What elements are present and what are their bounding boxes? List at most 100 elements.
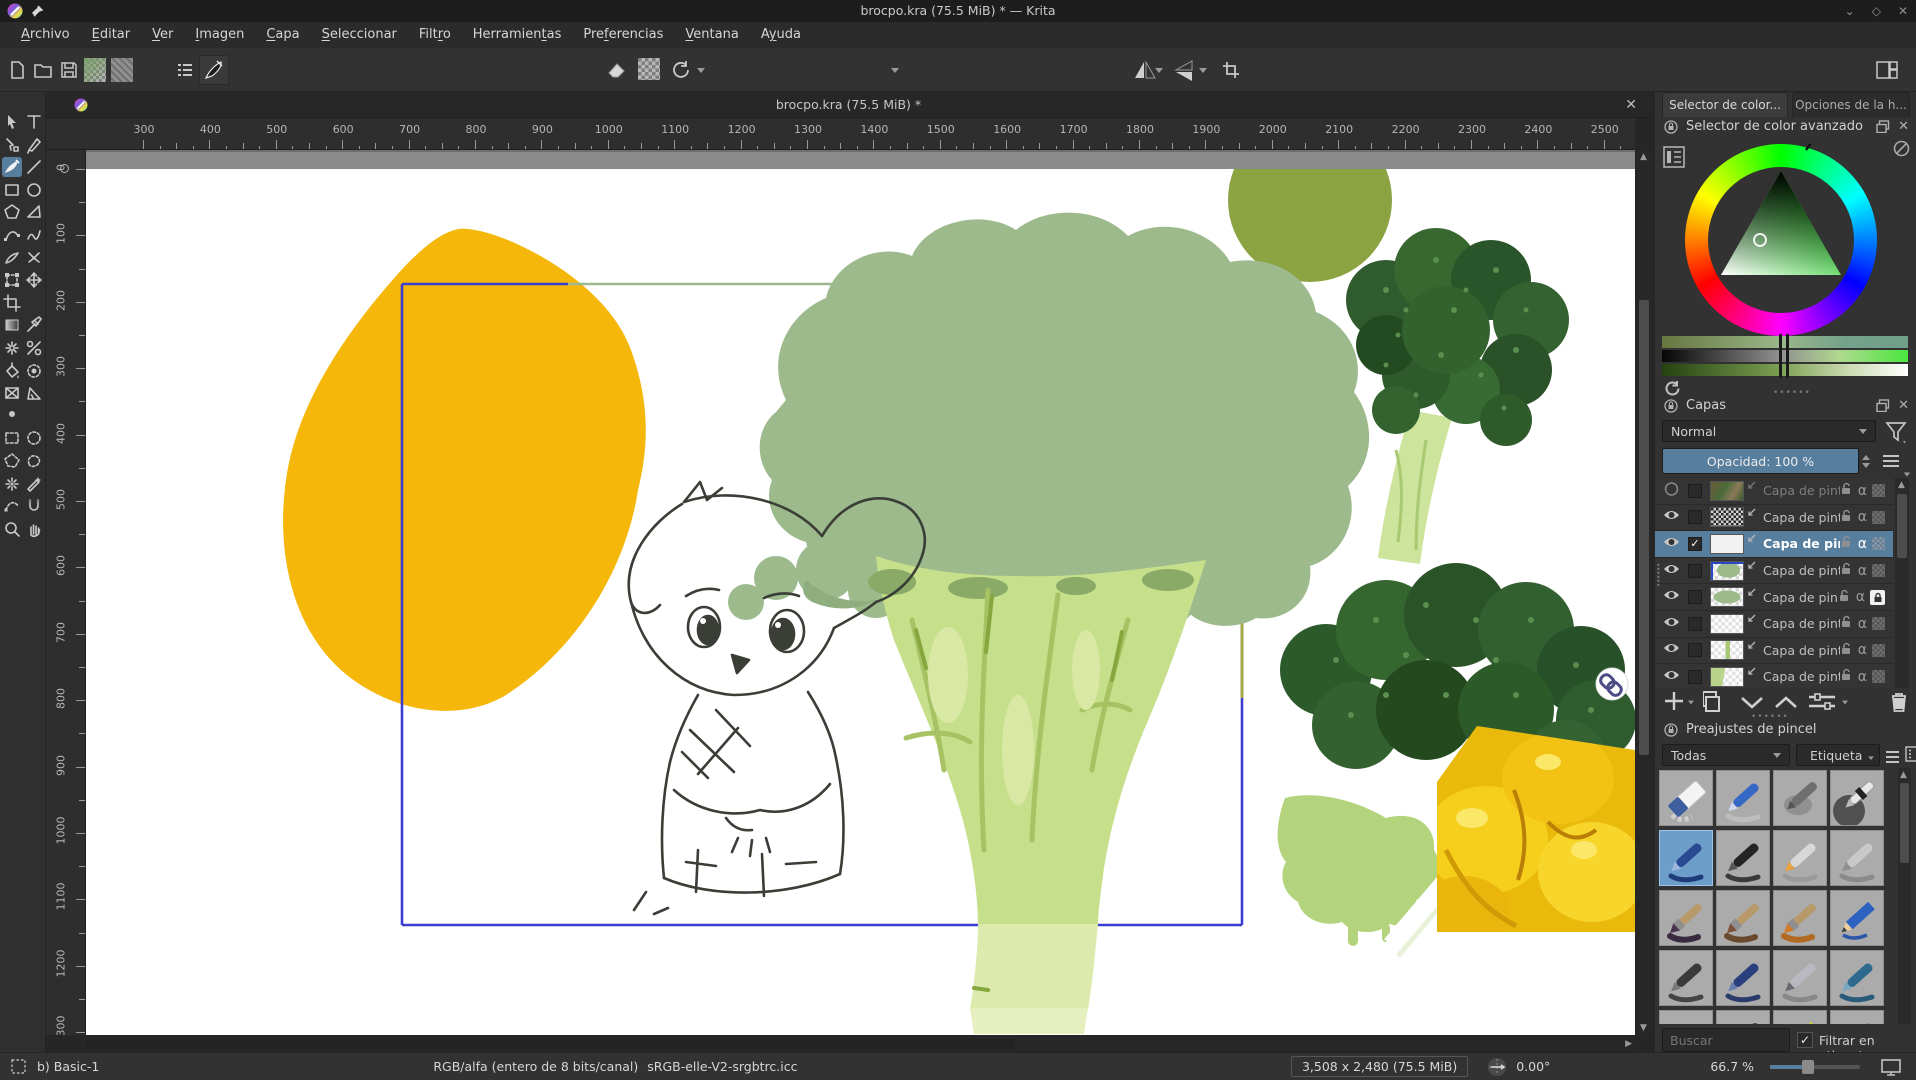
brush-preset-pen[interactable] xyxy=(1773,830,1827,886)
brush-preset-brush[interactable] xyxy=(1716,890,1770,946)
layer-properties-dropdown[interactable] xyxy=(1842,701,1848,705)
layer-name[interactable]: Capa de pin... xyxy=(1763,536,1840,551)
layer-alpha-icon[interactable]: α xyxy=(1858,536,1867,552)
preset-view-menu-icon[interactable] xyxy=(1886,748,1899,766)
pattern-swatch[interactable] xyxy=(111,58,133,82)
document-tab-title[interactable]: brocpo.kra (75.5 MiB) * xyxy=(46,92,1651,118)
saturation-slider[interactable] xyxy=(1662,350,1908,362)
tool-line[interactable] xyxy=(24,157,44,177)
layer-name[interactable]: Capa de pint... xyxy=(1763,483,1840,498)
tool-edit-shapes[interactable] xyxy=(2,135,22,155)
preset-detail-view-icon[interactable] xyxy=(1905,746,1916,762)
docker-splitter[interactable]: •••••• xyxy=(1773,388,1811,398)
workspace-chooser-button[interactable] xyxy=(1874,57,1900,83)
layer-checkbox[interactable] xyxy=(1688,617,1702,631)
float-docker-icon[interactable] xyxy=(1876,120,1890,133)
tool-polygon[interactable] xyxy=(2,202,22,222)
layer-inherit-alpha-icon[interactable] xyxy=(1872,617,1885,630)
zoom-slider[interactable] xyxy=(1770,1065,1860,1069)
tool-dynamic-brush[interactable] xyxy=(2,248,22,268)
brush-preset-eraser[interactable] xyxy=(1659,770,1713,826)
scroll-up-icon[interactable]: ▲ xyxy=(1640,152,1647,162)
layer-alpha-icon[interactable]: α xyxy=(1858,669,1867,685)
layer-visibility-icon[interactable] xyxy=(1663,535,1680,553)
layer-row[interactable]: Capa de pint... α xyxy=(1655,558,1893,585)
layer-name[interactable]: Capa de pint... xyxy=(1763,616,1840,631)
gradient-swatch[interactable] xyxy=(84,58,106,82)
brush-preset-pencil[interactable] xyxy=(1773,1010,1827,1024)
tool-smart-patch[interactable] xyxy=(24,338,44,358)
layer-opacity-slider[interactable]: Opacidad: 100 % xyxy=(1662,448,1859,474)
fit-to-screen-icon[interactable] xyxy=(1880,1058,1902,1076)
tool-select-ellipse[interactable] xyxy=(24,428,44,448)
layer-checkbox[interactable] xyxy=(1688,484,1702,498)
layer-blend-mode-select[interactable]: Normal xyxy=(1662,420,1876,442)
preserve-alpha-button[interactable] xyxy=(638,58,660,80)
zoom-slider-handle[interactable] xyxy=(1802,1060,1814,1074)
menu-herramientas[interactable]: Herramientas xyxy=(462,22,573,48)
layer-lock-icon[interactable] xyxy=(1840,642,1852,659)
layer-options-icon[interactable] xyxy=(1883,452,1899,470)
close-docker-icon[interactable]: ✕ xyxy=(1898,398,1909,413)
tool-calligraphy[interactable] xyxy=(24,135,44,155)
brush-presets-popup-button[interactable] xyxy=(172,57,198,83)
brush-preset-pencil[interactable] xyxy=(1830,890,1884,946)
layer-row[interactable]: Capa de pint... α xyxy=(1655,611,1893,638)
tool-fill[interactable] xyxy=(2,361,22,381)
brush-preset-pen[interactable] xyxy=(1716,830,1770,886)
layer-inherit-alpha-icon[interactable] xyxy=(1872,670,1885,683)
tool-select-bezier[interactable] xyxy=(2,496,22,516)
add-layer-dropdown[interactable] xyxy=(1688,701,1694,705)
tool-select-similar[interactable] xyxy=(24,474,44,494)
tool-text[interactable] xyxy=(24,112,44,132)
scroll-down-icon[interactable]: ▼ xyxy=(1640,1023,1647,1033)
canvas-vertical-scrollbar[interactable]: ▲ ▼ xyxy=(1637,150,1651,1035)
layer-row[interactable]: ✓ Capa de pin... α xyxy=(1655,531,1893,558)
layer-lock-icon[interactable] xyxy=(1840,668,1852,685)
layer-alpha-icon[interactable]: α xyxy=(1858,642,1867,658)
add-layer-button[interactable] xyxy=(1663,690,1685,712)
layer-row[interactable]: Capa de pint... α xyxy=(1655,478,1893,505)
layer-lock-icon[interactable] xyxy=(1840,562,1852,579)
layer-lock-icon[interactable] xyxy=(1840,535,1852,552)
search-input[interactable] xyxy=(1662,1028,1790,1052)
menu-ventana[interactable]: Ventana xyxy=(674,22,749,48)
menu-ayuda[interactable]: Ayuda xyxy=(750,22,812,48)
float-docker-icon[interactable] xyxy=(1876,399,1890,412)
layer-row[interactable]: Capa de pint... α xyxy=(1655,638,1893,665)
filter-tag-checkbox[interactable]: ✓ xyxy=(1797,1032,1813,1048)
trim-image-button[interactable] xyxy=(1218,57,1244,83)
tool-transform[interactable] xyxy=(2,270,22,290)
layer-lock-icon[interactable] xyxy=(1840,509,1852,526)
layer-thumbnail[interactable] xyxy=(1710,614,1744,634)
tool-select-rect[interactable] xyxy=(2,428,22,448)
layer-thumbnail[interactable] xyxy=(1710,640,1744,660)
close-docker-icon[interactable]: ✕ xyxy=(1898,119,1909,134)
brush-preset-pen[interactable] xyxy=(1659,950,1713,1006)
slider-handle[interactable] xyxy=(1779,334,1782,378)
tool-ellipse[interactable] xyxy=(24,180,44,200)
layer-visibility-icon[interactable] xyxy=(1663,562,1680,580)
docker-lock-icon[interactable] xyxy=(1664,399,1678,413)
scroll-right-icon[interactable]: ▶ xyxy=(1625,1039,1632,1049)
docker-lock-icon[interactable] xyxy=(1664,723,1678,737)
tool-crop[interactable] xyxy=(2,293,22,313)
layer-visibility-icon[interactable] xyxy=(1663,482,1680,500)
layer-checkbox[interactable] xyxy=(1688,510,1702,524)
tool-measure[interactable] xyxy=(24,383,44,403)
layer-checkbox[interactable]: ✓ xyxy=(1688,537,1702,551)
tool-rectangle[interactable] xyxy=(2,180,22,200)
docker-lock-icon[interactable] xyxy=(1664,120,1678,134)
tool-select-wand[interactable] xyxy=(2,474,22,494)
chevron-down-icon[interactable] xyxy=(1904,473,1910,477)
layer-inherit-alpha-icon[interactable] xyxy=(1870,590,1885,605)
mirror-horizontal-dropdown[interactable] xyxy=(1152,57,1166,83)
tool-polyline[interactable] xyxy=(24,202,44,222)
tool-move[interactable] xyxy=(24,270,44,290)
layer-visibility-icon[interactable] xyxy=(1663,641,1680,659)
open-document-button[interactable] xyxy=(30,57,56,83)
brush-preset-pen[interactable] xyxy=(1830,830,1884,886)
layer-alpha-icon[interactable]: α xyxy=(1858,563,1867,579)
tag-button[interactable]: Etiqueta xyxy=(1796,744,1880,766)
menu-ver[interactable]: Ver xyxy=(141,22,184,48)
